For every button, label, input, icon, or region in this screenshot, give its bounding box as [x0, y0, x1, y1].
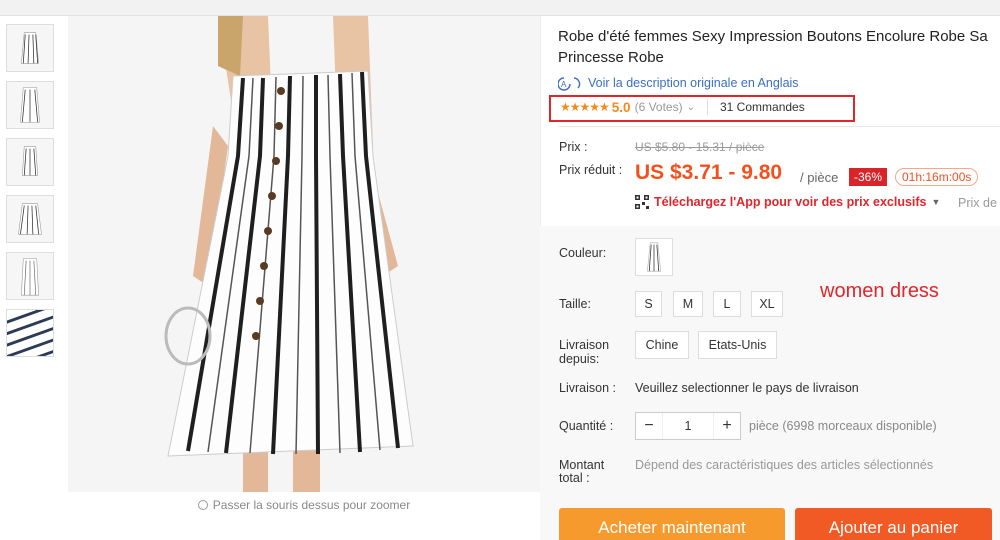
- top-bar: [0, 0, 1000, 16]
- app-promo-text[interactable]: Téléchargez l'App pour voir des prix exc…: [654, 195, 927, 209]
- annotation-text: women dress: [820, 280, 939, 302]
- prix-de-link[interactable]: Prix de: [958, 196, 997, 210]
- total-text: Dépend des caractéristiques des articles…: [635, 458, 934, 472]
- total-label-2: total :: [559, 471, 590, 485]
- plus-icon[interactable]: +: [714, 417, 740, 435]
- per-unit: / pièce: [800, 170, 839, 185]
- discount-badge: -36%: [849, 168, 888, 186]
- buy-now-button[interactable]: Acheter maintenant: [559, 508, 785, 540]
- translate-link[interactable]: A Voir la description originale en Angla…: [558, 75, 1000, 91]
- product-title: Robe d'été femmes Sexy Impression Bouton…: [558, 28, 988, 45]
- thumbnail-3[interactable]: [6, 138, 54, 186]
- main-product-image[interactable]: [68, 16, 540, 492]
- app-promo-link[interactable]: Téléchargez l'App pour voir des prix exc…: [635, 195, 940, 209]
- quantity-stepper[interactable]: − 1 +: [635, 412, 741, 440]
- qr-code-icon: [635, 195, 649, 209]
- rating-row: ★★★★★ 5.0 (6 Votes) ⌄ 31 Commandes: [560, 98, 805, 116]
- divider: [558, 126, 1000, 127]
- total-label: Montant: [559, 458, 605, 472]
- color-swatch[interactable]: [635, 238, 673, 276]
- size-option-m[interactable]: M: [673, 291, 703, 317]
- caret-down-icon[interactable]: ▼: [932, 197, 941, 207]
- prix-label: Prix :: [559, 140, 588, 154]
- chevron-down-icon[interactable]: ⌄: [687, 102, 695, 113]
- thumbnail-5[interactable]: [6, 252, 54, 300]
- quantity-label: Quantité :: [559, 419, 614, 433]
- size-option-xl[interactable]: XL: [751, 291, 783, 317]
- votes-count[interactable]: (6 Votes): [635, 100, 683, 114]
- ship-from-label-2: depuis:: [559, 352, 600, 366]
- product-info-panel: Robe d'été femmes Sexy Impression Bouton…: [558, 16, 1000, 91]
- magnifier-icon: [197, 500, 208, 510]
- size-option-l[interactable]: L: [713, 291, 741, 317]
- prix-reduit-label: Prix réduit :: [559, 163, 623, 177]
- countdown-timer: 01h:16m:00s: [895, 168, 979, 186]
- translate-icon: A: [558, 77, 581, 91]
- minus-icon[interactable]: −: [636, 417, 662, 435]
- shipping-text[interactable]: Veuillez selectionner le pays de livrais…: [635, 381, 859, 395]
- ship-from-china[interactable]: Chine: [635, 331, 689, 359]
- thumbnail-1[interactable]: [6, 24, 54, 72]
- original-price: US $5.80 - 15.31 / pièce: [635, 140, 765, 154]
- product-title-line2: Princesse Robe: [558, 49, 664, 66]
- size-option-s[interactable]: S: [635, 291, 662, 317]
- sale-price: US $3.71 - 9.80: [635, 161, 783, 184]
- orders-count: 31 Commandes: [720, 100, 805, 114]
- size-label: Taille:: [559, 297, 591, 311]
- ship-from-label: Livraison: [559, 338, 610, 352]
- thumbnail-list: [6, 24, 54, 366]
- star-icon: ★★★★★: [560, 100, 610, 114]
- quantity-input[interactable]: 1: [662, 413, 714, 439]
- rating-score: 5.0: [611, 99, 631, 115]
- thumbnail-6[interactable]: [6, 309, 54, 357]
- thumbnail-4[interactable]: [6, 195, 54, 243]
- add-to-cart-button[interactable]: Ajouter au panier: [795, 508, 992, 540]
- svg-text:A: A: [561, 80, 567, 89]
- translate-link-text[interactable]: Voir la description originale en Anglais: [588, 76, 799, 90]
- shipping-label: Livraison :: [559, 381, 616, 395]
- color-label: Couleur:: [559, 246, 607, 260]
- separator: [707, 99, 708, 115]
- stock-text: pièce (6998 morceaux disponible): [749, 419, 937, 433]
- ship-from-usa[interactable]: Etats-Unis: [698, 331, 777, 359]
- zoom-hint-text: Passer la souris dessus pour zoomer: [212, 498, 411, 512]
- thumbnail-2[interactable]: [6, 81, 54, 129]
- zoom-hint: Passer la souris dessus pour zoomer: [68, 498, 540, 512]
